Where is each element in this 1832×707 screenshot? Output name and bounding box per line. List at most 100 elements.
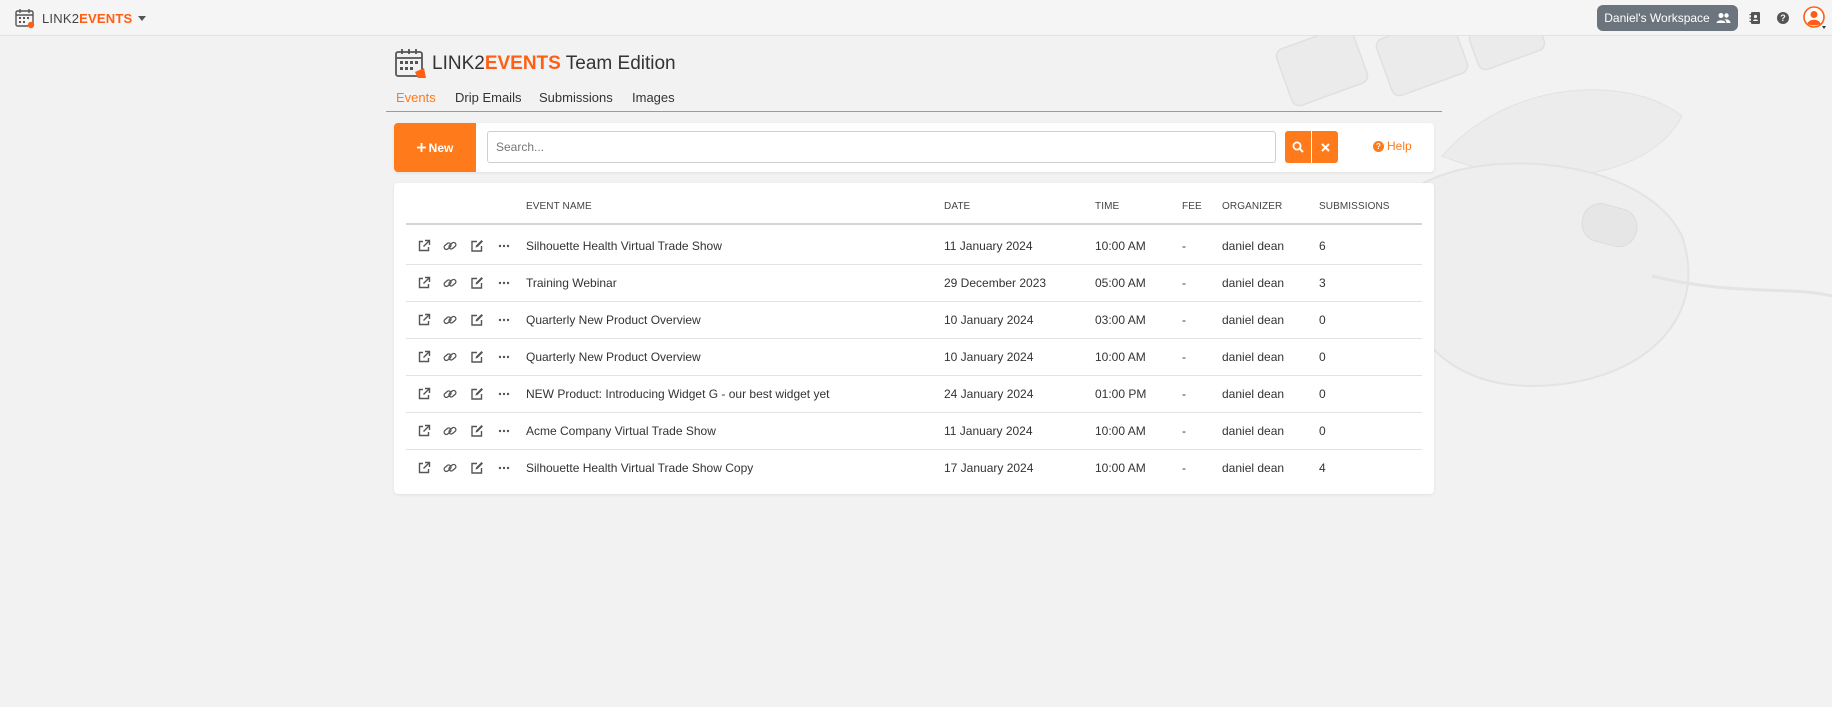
- clear-search-button[interactable]: [1312, 131, 1338, 163]
- title-prefix: LINK2: [432, 53, 485, 74]
- column-header-time[interactable]: TIME: [1095, 201, 1119, 212]
- link-icon[interactable]: [443, 276, 457, 290]
- event-fee: -: [1182, 387, 1186, 401]
- users-icon: [1716, 13, 1731, 23]
- external-link-icon[interactable]: [417, 276, 431, 290]
- more-icon[interactable]: [497, 424, 511, 438]
- event-fee: -: [1182, 239, 1186, 253]
- event-date: 11 January 2024: [944, 424, 1033, 438]
- edit-icon[interactable]: [470, 424, 484, 438]
- table-header: EVENT NAME DATE TIME FEE ORGANIZER SUBMI…: [406, 183, 1422, 225]
- table-row[interactable]: Quarterly New Product Overview 10 Januar…: [406, 339, 1422, 376]
- workspace-button[interactable]: Daniel's Workspace: [1597, 5, 1738, 31]
- column-header-organizer[interactable]: ORGANIZER: [1222, 201, 1282, 212]
- question-circle-icon: ?: [1373, 140, 1384, 152]
- tab-events[interactable]: Events: [396, 90, 436, 105]
- brand-menu[interactable]: LINK2EVENTS: [14, 7, 147, 29]
- table-row[interactable]: NEW Product: Introducing Widget G - our …: [406, 376, 1422, 413]
- event-fee: -: [1182, 350, 1186, 364]
- external-link-icon[interactable]: [417, 350, 431, 364]
- external-link-icon[interactable]: [417, 424, 431, 438]
- search-button[interactable]: [1285, 131, 1311, 163]
- search-icon: [1292, 141, 1304, 153]
- event-date: 17 January 2024: [944, 461, 1034, 475]
- more-icon[interactable]: [497, 350, 511, 364]
- title-suffix: Team Edition: [560, 53, 676, 74]
- help-circle-icon[interactable]: ?: [1776, 11, 1790, 25]
- link-icon[interactable]: [443, 350, 457, 364]
- external-link-icon[interactable]: [417, 461, 431, 475]
- top-bar: LINK2EVENTS Daniel's Workspace ?: [0, 0, 1832, 36]
- event-date: 11 January 2024: [944, 239, 1033, 253]
- tab-submissions[interactable]: Submissions: [539, 90, 613, 105]
- event-name[interactable]: Silhouette Health Virtual Trade Show: [526, 239, 722, 253]
- column-header-event-name[interactable]: EVENT NAME: [526, 201, 592, 212]
- edit-icon[interactable]: [470, 350, 484, 364]
- external-link-icon[interactable]: [417, 239, 431, 253]
- table-row[interactable]: Quarterly New Product Overview 10 Januar…: [406, 302, 1422, 339]
- address-book-icon[interactable]: [1748, 11, 1762, 25]
- edit-icon[interactable]: [470, 461, 484, 475]
- event-name[interactable]: Quarterly New Product Overview: [526, 350, 701, 364]
- link-icon[interactable]: [443, 461, 457, 475]
- event-organizer: daniel dean: [1222, 461, 1285, 475]
- more-icon[interactable]: [497, 276, 511, 290]
- app-header: LINK2EVENTS Team Edition: [394, 47, 676, 81]
- link-icon[interactable]: [443, 387, 457, 401]
- column-header-date[interactable]: DATE: [944, 201, 970, 212]
- edit-icon[interactable]: [470, 239, 484, 253]
- help-label: Help: [1387, 139, 1412, 153]
- event-date: 24 January 2024: [944, 387, 1034, 401]
- edit-icon[interactable]: [470, 276, 484, 290]
- toolbar: New ? Help: [394, 123, 1434, 172]
- tab-drip-emails[interactable]: Drip Emails: [455, 90, 521, 105]
- event-submissions: 4: [1319, 461, 1326, 475]
- calendar-logo-icon: [15, 9, 35, 29]
- more-icon[interactable]: [497, 461, 511, 475]
- event-name[interactable]: NEW Product: Introducing Widget G - our …: [526, 387, 829, 401]
- external-link-icon[interactable]: [417, 387, 431, 401]
- table-row[interactable]: Silhouette Health Virtual Trade Show Cop…: [406, 450, 1422, 487]
- event-time: 05:00 AM: [1095, 276, 1146, 290]
- event-submissions: 0: [1319, 387, 1326, 401]
- plus-icon: [416, 143, 426, 152]
- event-organizer: daniel dean: [1222, 239, 1285, 253]
- event-submissions: 0: [1319, 424, 1326, 438]
- event-submissions: 3: [1319, 276, 1326, 290]
- table-row[interactable]: Training Webinar 29 December 2023 05:00 …: [406, 265, 1422, 302]
- event-date: 10 January 2024: [944, 313, 1034, 327]
- event-name[interactable]: Quarterly New Product Overview: [526, 313, 701, 327]
- event-organizer: daniel dean: [1222, 387, 1285, 401]
- event-name[interactable]: Training Webinar: [526, 276, 617, 290]
- event-name[interactable]: Silhouette Health Virtual Trade Show Cop…: [526, 461, 753, 475]
- event-time: 10:00 AM: [1095, 424, 1146, 438]
- chevron-down-icon[interactable]: [138, 15, 147, 21]
- more-icon[interactable]: [497, 313, 511, 327]
- event-date: 29 December 2023: [944, 276, 1047, 290]
- event-submissions: 0: [1319, 350, 1326, 364]
- external-link-icon[interactable]: [417, 313, 431, 327]
- help-link[interactable]: ? Help: [1373, 139, 1412, 153]
- edit-icon[interactable]: [470, 387, 484, 401]
- tab-images[interactable]: Images: [632, 90, 675, 105]
- event-fee: -: [1182, 461, 1186, 475]
- event-submissions: 6: [1319, 239, 1326, 253]
- brand-prefix: LINK2: [42, 10, 80, 26]
- column-header-submissions[interactable]: SUBMISSIONS: [1319, 201, 1390, 212]
- search-input[interactable]: [487, 131, 1276, 163]
- column-header-fee[interactable]: FEE: [1182, 201, 1202, 212]
- more-icon[interactable]: [497, 387, 511, 401]
- link-icon[interactable]: [443, 239, 457, 253]
- edit-icon[interactable]: [470, 313, 484, 327]
- event-time: 10:00 AM: [1095, 461, 1146, 475]
- more-icon[interactable]: [497, 239, 511, 253]
- user-avatar-icon[interactable]: [1803, 6, 1827, 30]
- new-event-button[interactable]: New: [394, 123, 476, 172]
- event-fee: -: [1182, 424, 1186, 438]
- link-icon[interactable]: [443, 424, 457, 438]
- table-row[interactable]: Acme Company Virtual Trade Show 11 Janua…: [406, 413, 1422, 450]
- link-icon[interactable]: [443, 313, 457, 327]
- event-submissions: 0: [1319, 313, 1326, 327]
- table-row[interactable]: Silhouette Health Virtual Trade Show 11 …: [406, 228, 1422, 265]
- event-name[interactable]: Acme Company Virtual Trade Show: [526, 424, 716, 438]
